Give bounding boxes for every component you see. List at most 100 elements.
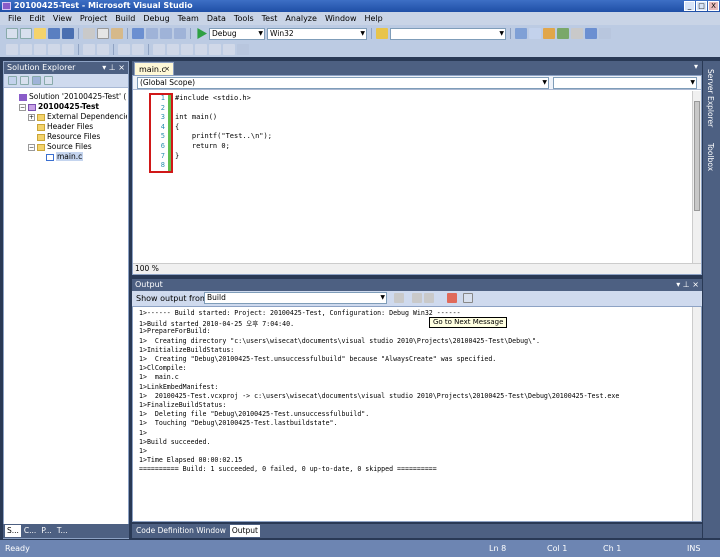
menu-tools[interactable]: Tools xyxy=(230,14,258,23)
solution-platform-combo[interactable]: Win32 ▼ xyxy=(267,27,367,40)
parameter-info-icon[interactable] xyxy=(34,44,46,55)
toolbar-options-icon[interactable] xyxy=(599,28,611,39)
object-browser-icon[interactable] xyxy=(543,28,555,39)
member-combo[interactable]: ▼ xyxy=(553,77,697,89)
document-outline-icon[interactable] xyxy=(6,44,18,55)
tree-item[interactable]: + External Dependencies xyxy=(4,112,127,122)
start-debugging-icon[interactable] xyxy=(197,28,207,39)
collapse-icon[interactable]: − xyxy=(28,143,35,151)
toolbar-options-icon[interactable] xyxy=(237,44,249,55)
scope-combo[interactable]: (Global Scope) ▼ xyxy=(137,77,549,89)
next-message-icon[interactable] xyxy=(424,293,434,303)
tree-item[interactable]: − 20100425-Test xyxy=(4,102,127,112)
menu-data[interactable]: Data xyxy=(203,14,230,23)
close-button[interactable]: X xyxy=(708,1,719,11)
find-in-files-icon[interactable] xyxy=(376,28,388,39)
increase-indent-icon[interactable] xyxy=(97,44,109,55)
editor-horizontal-scrollbar[interactable]: 100 % xyxy=(133,263,701,274)
previous-bookmark-in-folder-icon[interactable] xyxy=(195,44,207,55)
panel-controls-icon[interactable]: ▾ ⊥ × xyxy=(676,279,699,291)
solution-explorer-icon[interactable] xyxy=(515,28,527,39)
tab-class-view[interactable]: C... xyxy=(22,525,38,537)
tab-solution-explorer[interactable]: S... xyxy=(5,525,21,537)
new-project-icon[interactable] xyxy=(6,28,18,39)
menu-edit[interactable]: Edit xyxy=(25,14,49,23)
active-files-dropdown-icon[interactable]: ▾ xyxy=(694,62,698,71)
refresh-icon[interactable] xyxy=(32,76,41,85)
tab-team-explorer[interactable]: T... xyxy=(55,525,70,537)
menu-help[interactable]: Help xyxy=(360,14,386,23)
previous-message-icon[interactable] xyxy=(412,293,422,303)
tab-main-c[interactable]: main.c × xyxy=(134,62,174,75)
toggle-word-wrap-icon[interactable] xyxy=(463,293,473,303)
extension-manager-icon[interactable] xyxy=(585,28,597,39)
redo-icon[interactable] xyxy=(146,28,158,39)
scroll-thumb[interactable] xyxy=(694,101,700,211)
solution-configuration-combo[interactable]: Debug ▼ xyxy=(209,27,265,40)
find-combo[interactable]: ▼ xyxy=(390,27,506,40)
save-all-icon[interactable] xyxy=(62,28,74,39)
zoom-level[interactable]: 100 % xyxy=(135,264,159,274)
clear-all-icon[interactable] xyxy=(447,293,457,303)
menu-build[interactable]: Build xyxy=(111,14,139,23)
add-item-icon[interactable] xyxy=(20,28,32,39)
menu-test[interactable]: Test xyxy=(258,14,282,23)
tab-property-manager[interactable]: P... xyxy=(39,525,54,537)
tab-output[interactable]: Output xyxy=(229,525,260,537)
complete-word-icon[interactable] xyxy=(62,44,74,55)
tree-item[interactable]: Solution '20100425-Test' (1 pr xyxy=(4,92,127,102)
quick-info-icon[interactable] xyxy=(48,44,60,55)
toolbox-icon[interactable] xyxy=(557,28,569,39)
save-icon[interactable] xyxy=(48,28,60,39)
tab-server-explorer[interactable]: Server Explorer xyxy=(706,69,715,127)
output-vertical-scrollbar[interactable] xyxy=(692,307,701,521)
collapse-icon[interactable]: − xyxy=(19,103,26,111)
panel-controls-icon[interactable]: ▾ ⊥ × xyxy=(102,62,125,74)
next-bookmark-in-folder-icon[interactable] xyxy=(209,44,221,55)
decrease-indent-icon[interactable] xyxy=(83,44,95,55)
code-line[interactable]: return 0; xyxy=(175,142,230,150)
start-page-icon[interactable] xyxy=(571,28,583,39)
navigate-back-icon[interactable] xyxy=(160,28,172,39)
tree-item[interactable]: Resource Files xyxy=(4,132,127,142)
tree-item[interactable]: Header Files xyxy=(4,122,127,132)
cut-icon[interactable] xyxy=(83,28,95,39)
output-text-area[interactable]: 1>------ Build started: Project: 2010042… xyxy=(132,306,702,522)
previous-bookmark-icon[interactable] xyxy=(167,44,179,55)
show-all-files-icon[interactable] xyxy=(20,76,29,85)
menu-debug[interactable]: Debug xyxy=(139,14,173,23)
toggle-bookmark-icon[interactable] xyxy=(153,44,165,55)
undo-icon[interactable] xyxy=(132,28,144,39)
maximize-button[interactable]: □ xyxy=(696,1,707,11)
paste-icon[interactable] xyxy=(111,28,123,39)
open-file-icon[interactable] xyxy=(34,28,46,39)
code-editor[interactable]: (Global Scope) ▼ ▼ 1 #include <stdio.h> 2 3 i… xyxy=(132,75,702,275)
find-message-icon[interactable] xyxy=(394,293,404,303)
output-source-combo[interactable]: Build ▼ xyxy=(204,292,387,304)
code-line[interactable]: int main() xyxy=(175,113,217,121)
navigate-forward-icon[interactable] xyxy=(174,28,186,39)
tree-item[interactable]: main.c xyxy=(4,152,127,162)
code-line[interactable]: { xyxy=(175,123,179,131)
tree-item[interactable]: − Source Files xyxy=(4,142,127,152)
member-list-icon[interactable] xyxy=(20,44,32,55)
clear-bookmarks-icon[interactable] xyxy=(223,44,235,55)
menu-project[interactable]: Project xyxy=(76,14,111,23)
editor-vertical-scrollbar[interactable] xyxy=(692,91,701,265)
copy-icon[interactable] xyxy=(97,28,109,39)
tab-code-definition-window[interactable]: Code Definition Window xyxy=(134,525,228,537)
menu-view[interactable]: View xyxy=(49,14,76,23)
tab-toolbox[interactable]: Toolbox xyxy=(706,143,715,171)
properties-icon[interactable] xyxy=(8,76,17,85)
properties-icon[interactable] xyxy=(529,28,541,39)
menu-window[interactable]: Window xyxy=(321,14,361,23)
code-line[interactable]: printf("Test..\n"); xyxy=(175,132,272,140)
menu-team[interactable]: Team xyxy=(174,14,203,23)
menu-file[interactable]: File xyxy=(4,14,25,23)
expand-icon[interactable]: + xyxy=(28,113,35,121)
comment-out-icon[interactable] xyxy=(118,44,130,55)
view-class-diagram-icon[interactable] xyxy=(44,76,53,85)
uncomment-icon[interactable] xyxy=(132,44,144,55)
code-line[interactable]: } xyxy=(175,152,179,160)
menu-analyze[interactable]: Analyze xyxy=(281,14,321,23)
